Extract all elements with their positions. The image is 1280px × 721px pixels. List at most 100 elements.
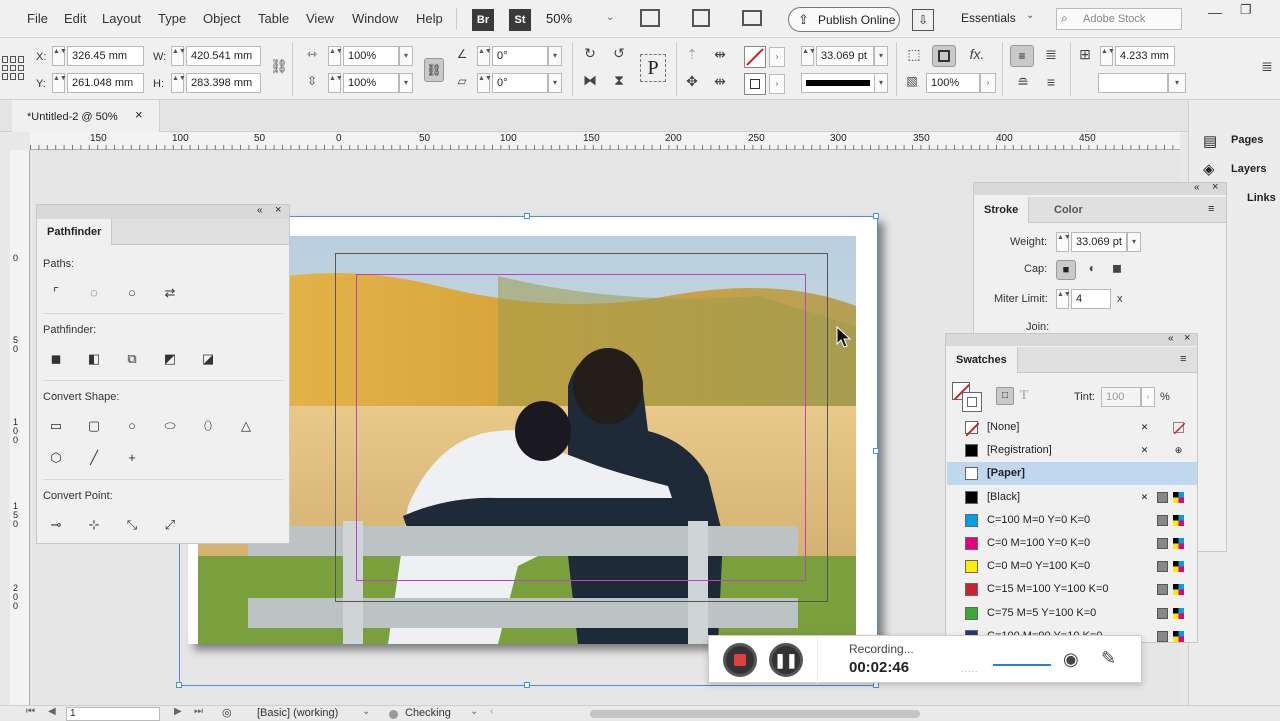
- last-page-icon[interactable]: ⏭: [194, 706, 203, 717]
- subtract-icon[interactable]: ◧: [85, 350, 103, 368]
- beveled-rectangle-icon[interactable]: ○: [123, 417, 141, 435]
- chevron-down-icon[interactable]: ▾: [1168, 73, 1186, 93]
- effects-button[interactable]: fx.: [966, 46, 988, 62]
- preflight-status[interactable]: Checking: [405, 707, 451, 719]
- align-center-icon[interactable]: ≣: [1042, 46, 1060, 63]
- close-icon[interactable]: ×: [1184, 334, 1190, 344]
- menu-type[interactable]: Type: [158, 11, 186, 26]
- layers-panel-button[interactable]: Layers: [1231, 163, 1266, 175]
- constrain-proportions-icon[interactable]: ⛓: [270, 58, 288, 75]
- chevron-down-icon[interactable]: ▾: [874, 46, 888, 66]
- corner-options-icon[interactable]: ⬚: [904, 46, 924, 63]
- open-page-icon[interactable]: ◎: [222, 706, 232, 719]
- swatch-row[interactable]: C=15 M=100 Y=100 K=0: [947, 578, 1197, 601]
- rotate-field[interactable]: 0°: [492, 46, 548, 66]
- screen-mode-icon[interactable]: [640, 9, 660, 27]
- swatch-row[interactable]: [None] ✕: [947, 416, 1197, 439]
- triangle-icon[interactable]: △: [237, 417, 255, 435]
- swatch-row[interactable]: C=0 M=100 Y=0 K=0: [947, 532, 1197, 555]
- x-field[interactable]: 326.45 mm: [67, 46, 144, 66]
- tint-menu[interactable]: ›: [1141, 387, 1155, 407]
- smooth-point-icon[interactable]: ⤡: [123, 516, 141, 534]
- fill-stroke-proxy[interactable]: [952, 382, 984, 414]
- selection-handle[interactable]: [176, 682, 182, 688]
- justify-icon[interactable]: ≡: [1042, 74, 1060, 90]
- chevron-down-icon[interactable]: ▾: [874, 73, 888, 93]
- add-icon[interactable]: ◼: [47, 350, 65, 368]
- stroke-weight-stepper[interactable]: ▲▼: [801, 46, 816, 66]
- selection-handle[interactable]: [524, 682, 530, 688]
- vertical-ruler[interactable]: 0 5 0 1 0 0 1 5 0 2 0 0: [10, 150, 30, 710]
- spacing-field[interactable]: 4.233 mm: [1115, 46, 1175, 66]
- inverse-rounded-rectangle-icon[interactable]: ⬭: [161, 417, 179, 435]
- tint-field[interactable]: 100: [1101, 387, 1141, 407]
- content-selector-icon[interactable]: P: [640, 54, 666, 82]
- exclude-overlap-icon[interactable]: ◩: [161, 350, 179, 368]
- butt-cap-icon[interactable]: ■: [1056, 260, 1076, 280]
- open-path-icon[interactable]: ◌: [85, 284, 103, 302]
- stroke-swatch[interactable]: [744, 73, 766, 95]
- page-number-field[interactable]: 1: [66, 707, 160, 721]
- polygon-icon[interactable]: ⬡: [47, 449, 65, 467]
- chevron-down-icon[interactable]: ▾: [548, 46, 562, 66]
- selection-handle[interactable]: [873, 448, 879, 454]
- style-select[interactable]: [1098, 73, 1168, 93]
- rectangle-icon[interactable]: ▭: [47, 417, 65, 435]
- stroke-menu[interactable]: ›: [769, 74, 785, 94]
- corner-point-icon[interactable]: ⊹: [85, 516, 103, 534]
- first-page-icon[interactable]: ⏮: [26, 706, 35, 717]
- miter-field[interactable]: 4: [1071, 289, 1111, 309]
- panel-menu-icon[interactable]: ≣: [1260, 58, 1274, 75]
- stroke-type-select[interactable]: [801, 73, 875, 93]
- bridge-button[interactable]: Br: [472, 9, 494, 31]
- rounded-rectangle-icon[interactable]: ▢: [85, 417, 103, 435]
- previous-page-icon[interactable]: ◀: [48, 706, 56, 717]
- close-icon[interactable]: ×: [1212, 181, 1218, 193]
- close-icon[interactable]: ×: [275, 204, 281, 216]
- weight-field[interactable]: 33.069 pt: [1071, 232, 1127, 252]
- h-field[interactable]: 283.398 mm: [186, 73, 261, 93]
- scroll-left-icon[interactable]: ‹: [490, 706, 493, 717]
- line-icon[interactable]: ╱: [85, 449, 103, 467]
- chevron-down-icon[interactable]: ⌄: [1026, 10, 1034, 21]
- select-content-icon[interactable]: ✥: [684, 73, 700, 90]
- w-stepper[interactable]: ▲▼: [171, 46, 186, 66]
- stop-recording-button[interactable]: [723, 643, 757, 677]
- plain-point-icon[interactable]: ⊸: [47, 516, 65, 534]
- intersect-icon[interactable]: ⧉: [123, 350, 141, 368]
- flip-horizontal-icon[interactable]: ⧓: [580, 72, 600, 89]
- publish-online-button[interactable]: ⇪ Publish Online: [788, 7, 900, 32]
- select-next-icon[interactable]: ⇹: [710, 73, 730, 90]
- chevron-down-icon[interactable]: ▾: [399, 73, 413, 93]
- select-container-icon[interactable]: ⇡: [684, 46, 700, 63]
- h-stepper[interactable]: ▲▼: [171, 73, 186, 93]
- rotate-ccw-icon[interactable]: ↺: [609, 45, 629, 62]
- links-panel-button[interactable]: Links: [1247, 192, 1276, 204]
- x-stepper[interactable]: ▲▼: [52, 46, 67, 66]
- collapse-icon[interactable]: «: [1168, 334, 1174, 344]
- tab-swatches[interactable]: Swatches: [946, 347, 1018, 373]
- next-page-icon[interactable]: ▶: [174, 706, 182, 717]
- align-bottom-icon[interactable]: ≘: [1014, 74, 1032, 91]
- chevron-down-icon[interactable]: ▾: [548, 73, 562, 93]
- swatch-row[interactable]: [Black] ✕: [947, 486, 1197, 509]
- swatch-row[interactable]: C=0 M=0 Y=100 K=0: [947, 555, 1197, 578]
- spacing-stepper[interactable]: ▲▼: [1100, 46, 1115, 66]
- swatch-row[interactable]: C=75 M=5 Y=100 K=0: [947, 602, 1197, 625]
- shear-field[interactable]: 0°: [492, 73, 548, 93]
- collapse-icon[interactable]: «: [257, 205, 263, 216]
- arrange-documents-icon[interactable]: [742, 10, 762, 26]
- menu-object[interactable]: Object: [203, 11, 241, 26]
- scale-x-field[interactable]: 100%: [343, 46, 399, 66]
- zoom-level[interactable]: 50%: [546, 11, 572, 26]
- menu-edit[interactable]: Edit: [64, 11, 86, 26]
- chevron-down-icon[interactable]: ▾: [399, 46, 413, 66]
- select-previous-icon[interactable]: ⇹: [710, 46, 730, 63]
- w-field[interactable]: 420.541 mm: [186, 46, 261, 66]
- stroke-weight-field[interactable]: 33.069 pt: [816, 46, 874, 66]
- scale-y-field[interactable]: 100%: [343, 73, 399, 93]
- tab-color[interactable]: Color: [1054, 204, 1083, 216]
- shear-stepper[interactable]: ▲▼: [477, 73, 492, 93]
- fill-swatch[interactable]: [744, 46, 766, 68]
- restore-icon[interactable]: ❐: [1240, 2, 1252, 18]
